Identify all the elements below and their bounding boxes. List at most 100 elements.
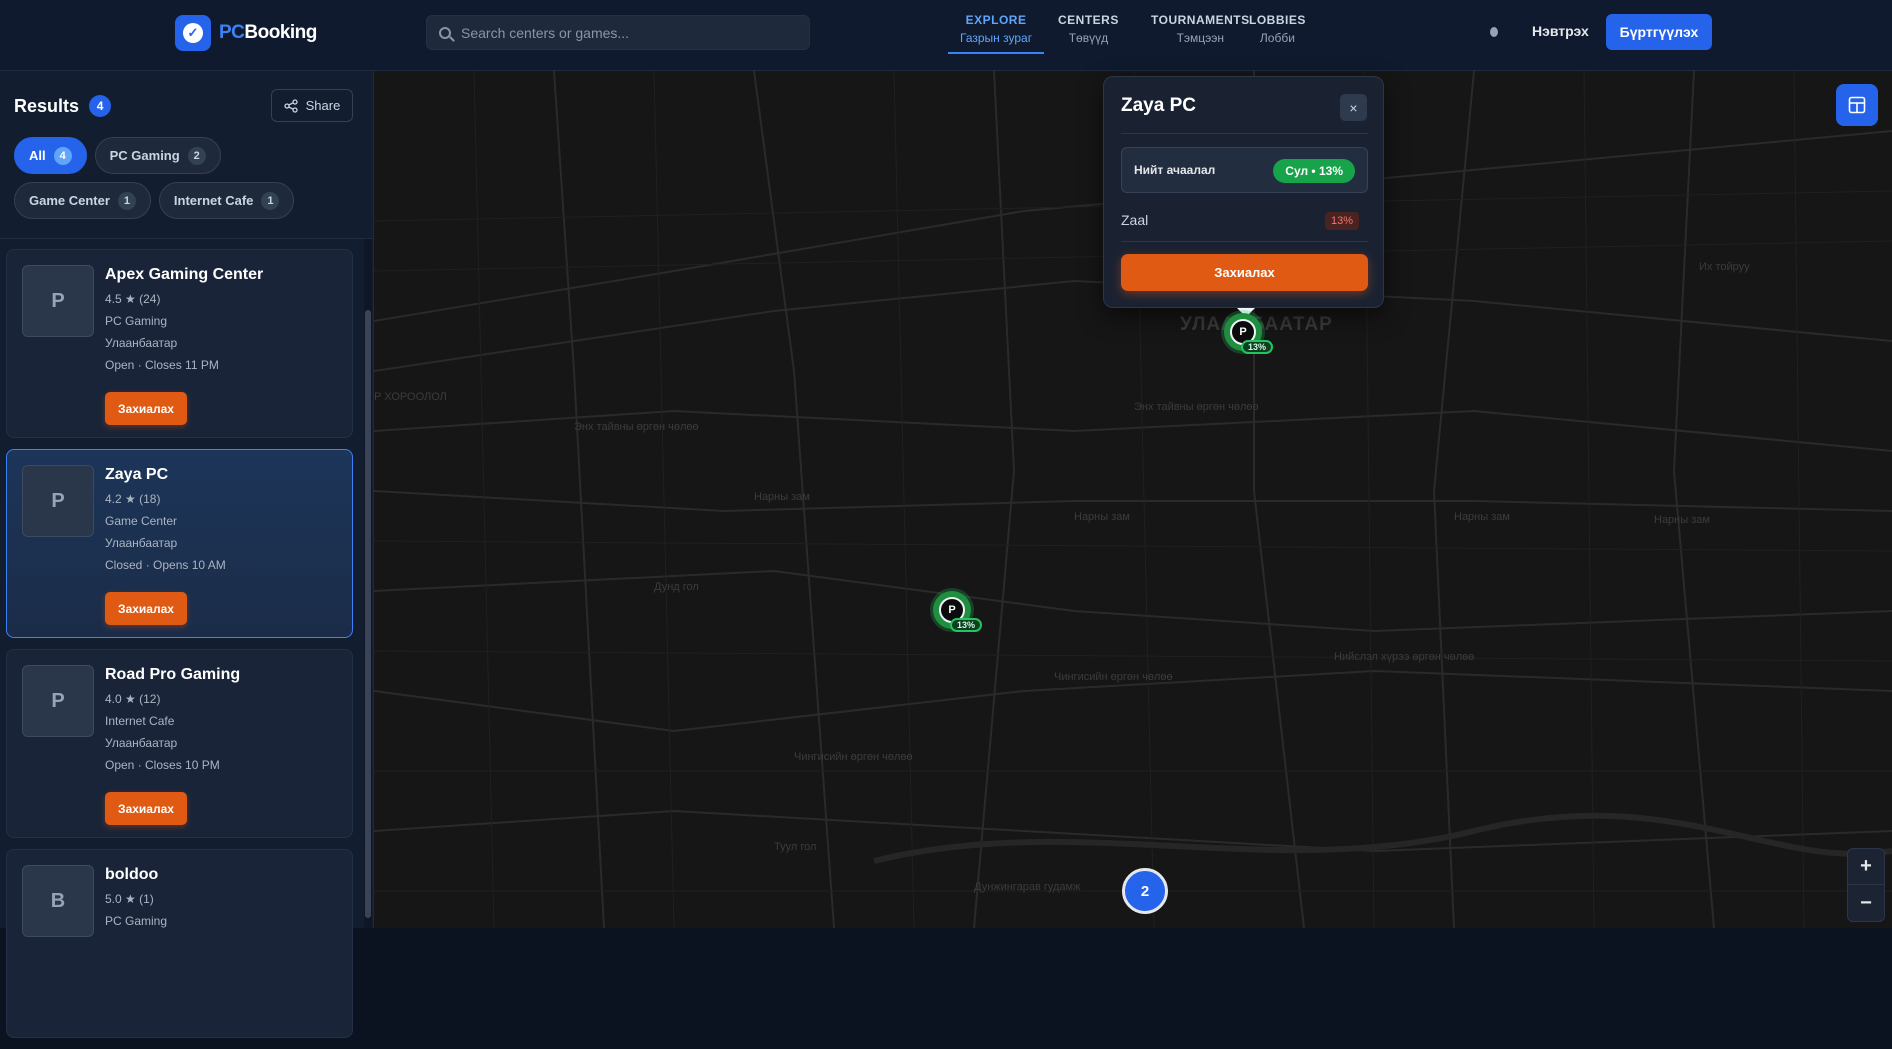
nav-explore[interactable]: EXPLORE Газрын зураг [948,13,1045,54]
book-button[interactable]: Захиалах [105,792,187,825]
nav-explore-subtitle: Газрын зураг [960,31,1033,45]
top-header: ✓ PCBooking EXPLORE Газрын зураг CENTERS… [0,0,1892,71]
filter-label: Game Center [29,193,110,208]
center-info: Apex Gaming Center 4.5 ★ (24) PC Gaming … [105,266,263,380]
popup-book-button[interactable]: Захиалах [1121,254,1368,291]
center-city: Улаанбаатар [105,536,178,550]
nav-tournaments[interactable]: TOURNAMENTS Тэмцээн [1151,13,1250,45]
logo[interactable]: ✓ PCBooking [175,15,317,51]
center-info: Road Pro Gaming 4.0 ★ (12) Internet Cafe… [105,666,240,780]
filter-label: All [29,148,46,163]
map-cluster[interactable]: 2 [1122,868,1168,914]
street-label: Чингисийн өргөн чөлөө [1054,671,1173,683]
center-info: boldoo 5.0 ★ (1) PC Gaming [105,866,167,936]
street-label: Нарны зам [1454,511,1510,523]
filter-count: 4 [53,146,72,165]
zoom-out-button[interactable]: − [1848,885,1884,921]
street-label: Нарны зам [1654,514,1710,526]
logo-text-booking: Booking [244,22,317,43]
center-hours: Open · Closes 11 PM [105,358,219,372]
nav-tournaments-title: TOURNAMENTS [1151,13,1250,27]
check-icon: ✓ [183,23,203,43]
results-header: Results 4 [14,95,112,117]
center-hours: Closed · Opens 10 AM [105,558,226,572]
divider [1121,241,1368,242]
filter-count: 2 [187,146,206,165]
center-rating: 4.5 ★ (24) [105,292,161,306]
nav-tournaments-subtitle: Тэмцээн [1176,31,1225,45]
load-status-badge: Сул • 13% [1273,159,1355,183]
share-icon [283,98,298,113]
scrollbar-thumb[interactable] [365,310,371,918]
layout-icon [1848,96,1866,114]
filter-game-center[interactable]: Game Center 1 [14,182,151,219]
street-label: Дунжингарав гудамж [974,881,1081,893]
search-bar[interactable] [426,15,810,50]
results-title: Results [14,95,80,116]
filter-internet-cafe[interactable]: Internet Cafe 1 [158,182,295,219]
street-label: Нарны зам [1074,511,1130,523]
close-icon[interactable]: × [1340,94,1367,121]
search-icon [439,26,451,39]
center-name: Road Pro Gaming [105,666,241,683]
search-input[interactable] [461,24,791,41]
list-scrollbar[interactable] [364,239,372,928]
street-label: Нарны зам [754,491,810,503]
filter-label: PC Gaming [109,148,180,163]
map-pin[interactable]: P 13% [933,591,983,632]
divider [0,238,374,239]
layout-toggle-button[interactable] [1836,84,1878,126]
map-pin[interactable]: P 13% [1224,313,1274,354]
street-label: Энх тайвны өргөн чөлөө [1134,401,1259,413]
zoom-in-button[interactable]: + [1848,849,1884,885]
center-card[interactable]: P Apex Gaming Center 4.5 ★ (24) PC Gamin… [6,249,353,438]
center-popup: Zaya PC × Нийт ачаалал Сул • 13% Zaal 13… [1103,76,1384,317]
center-thumbnail: P [22,665,94,737]
street-label: Их тойруу [1699,261,1750,273]
zoom-controls: + − [1847,848,1885,922]
street-label: Энх тайвны өргөн чөлөө [574,421,699,433]
center-category: Game Center [105,514,178,528]
results-sidebar: Results 4 Share All 4 PC Gaming 2 Game Cen… [0,71,374,1038]
nav-lobbies[interactable]: LOBBIES Лобби [1249,13,1306,45]
share-label: Share [305,98,341,113]
center-category: PC Gaming [105,914,168,928]
divider [1121,133,1368,134]
nav-lobbies-title: LOBBIES [1249,13,1306,27]
pin-load-badge: 13% [1241,340,1274,354]
load-summary: Нийт ачаалал Сул • 13% [1121,147,1368,193]
results-count-badge: 4 [89,95,112,117]
center-name: Apex Gaming Center [105,266,264,283]
center-category: Internet Cafe [105,714,175,728]
filter-chips: All 4 PC Gaming 2 Game Center 1 Internet Ca… [14,137,364,219]
nav-lobbies-subtitle: Лобби [1259,31,1295,45]
center-card[interactable]: B boldoo 5.0 ★ (1) PC Gaming [6,849,353,1038]
book-button[interactable]: Захиалах [105,392,187,425]
theme-toggle-icon[interactable] [1490,27,1498,37]
filter-all[interactable]: All 4 [14,137,87,174]
share-button[interactable]: Share [271,89,353,122]
book-button[interactable]: Захиалах [105,592,187,625]
nav-centers-title: CENTERS [1058,13,1119,27]
street-label: Нийслэл хүрээ өргөн чөлөө [1334,651,1475,663]
logo-badge: ✓ [175,15,211,51]
center-card[interactable]: P Road Pro Gaming 4.0 ★ (12) Internet Ca… [6,649,353,838]
center-hours: Open · Closes 10 PM [105,758,220,772]
center-list: P Apex Gaming Center 4.5 ★ (24) PC Gamin… [6,249,353,1049]
filter-count: 1 [117,191,136,210]
street-label: Туул гол [774,841,817,853]
center-info: Zaya PC 4.2 ★ (18) Game Center Улаанбаат… [105,466,226,580]
popup-title: Zaya PC [1121,95,1196,116]
logo-text: PCBooking [219,22,317,44]
nav-centers[interactable]: CENTERS Төвүүд [1058,13,1119,45]
room-name: Zaal [1121,212,1149,228]
center-rating: 4.2 ★ (18) [105,492,161,506]
register-button[interactable]: Бүртгүүлэх [1606,14,1712,50]
login-link[interactable]: Нэвтрэх [1532,23,1589,39]
filter-label: Internet Cafe [173,193,254,208]
filter-pc-gaming[interactable]: PC Gaming 2 [94,137,221,174]
room-load-badge: 13% [1325,212,1360,230]
center-rating: 5.0 ★ (1) [105,892,154,906]
nav-explore-title: EXPLORE [965,13,1027,27]
center-card-selected[interactable]: P Zaya PC 4.2 ★ (18) Game Center Улаанба… [6,449,353,638]
